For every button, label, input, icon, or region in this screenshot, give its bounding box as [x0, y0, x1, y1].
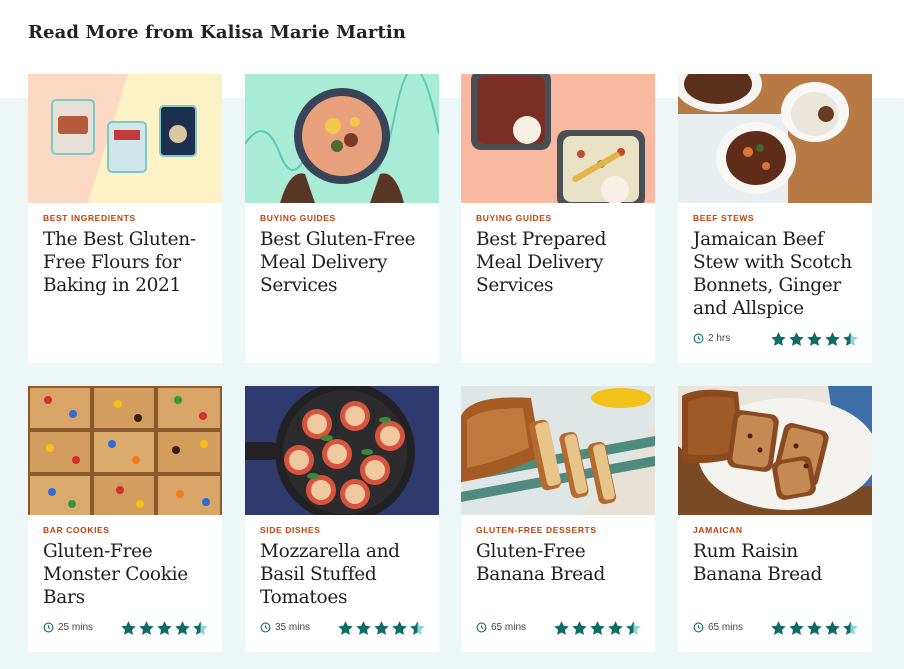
article-card[interactable]: Best Ingredients The Best Gluten-Free Fl…	[28, 74, 222, 363]
star-full-icon	[788, 331, 805, 348]
star-rating	[337, 620, 426, 637]
article-card[interactable]: Gluten-Free Desserts Gluten-Free Banana …	[461, 386, 655, 652]
prep-time-label: 2 hrs	[708, 333, 731, 344]
section-title: Read More from Kalisa Marie Martin	[28, 22, 406, 43]
star-full-icon	[770, 331, 787, 348]
star-full-icon	[770, 620, 787, 637]
clock-icon	[476, 622, 487, 633]
card-title: Best Prepared Meal Delivery Services	[476, 229, 607, 296]
article-card[interactable]: Buying Guides Best Gluten-Free Meal Deli…	[245, 74, 439, 363]
card-tag: Best Ingredients	[43, 213, 136, 223]
star-full-icon	[337, 620, 354, 637]
star-rating	[553, 620, 642, 637]
card-title: The Best Gluten-Free Flours for Baking i…	[43, 229, 196, 296]
card-title: Mozzarella and Basil Stuffed Tomatoes	[260, 541, 400, 608]
star-full-icon	[571, 620, 588, 637]
card-meta: 2 hrs	[693, 331, 859, 349]
article-card[interactable]: Beef Stews Jamaican Beef Stew with Scotc…	[678, 74, 872, 363]
star-full-icon	[373, 620, 390, 637]
card-title: Gluten-Free Banana Bread	[476, 541, 606, 585]
card-title: Gluten-Free Monster Cookie Bars	[43, 541, 188, 608]
prep-time-label: 65 mins	[491, 622, 527, 633]
prep-time-label: 35 mins	[275, 622, 311, 633]
star-rating	[120, 620, 209, 637]
prep-time-label: 65 mins	[708, 622, 744, 633]
star-full-icon	[806, 620, 823, 637]
card-meta: 25 mins	[43, 620, 209, 638]
card-tag: Beef Stews	[693, 213, 755, 223]
star-full-icon	[553, 620, 570, 637]
star-full-icon	[174, 620, 191, 637]
star-full-icon	[138, 620, 155, 637]
star-rating	[770, 331, 859, 348]
clock-icon	[693, 333, 704, 344]
card-image	[678, 386, 872, 515]
star-full-icon	[806, 331, 823, 348]
star-half-icon	[842, 620, 859, 637]
article-card[interactable]: Bar Cookies Gluten-Free Monster Cookie B…	[28, 386, 222, 652]
prep-time: 65 mins	[693, 622, 743, 633]
star-full-icon	[824, 620, 841, 637]
card-title: Jamaican Beef Stew with Scotch Bonnets, …	[693, 229, 852, 319]
clock-icon	[43, 622, 54, 633]
card-image	[28, 386, 222, 515]
star-full-icon	[391, 620, 408, 637]
star-full-icon	[589, 620, 606, 637]
star-full-icon	[824, 331, 841, 348]
card-image	[461, 74, 655, 203]
article-card[interactable]: Side Dishes Mozzarella and Basil Stuffed…	[245, 386, 439, 652]
article-card[interactable]: Buying Guides Best Prepared Meal Deliver…	[461, 74, 655, 363]
card-tag: Side Dishes	[260, 525, 321, 535]
star-rating	[770, 620, 859, 637]
card-image	[461, 386, 655, 515]
card-image	[28, 74, 222, 203]
card-tag: Jamaican	[693, 525, 743, 535]
card-meta: 35 mins	[260, 620, 426, 638]
clock-icon	[693, 622, 704, 633]
star-full-icon	[607, 620, 624, 637]
card-tag: Buying Guides	[260, 213, 336, 223]
card-meta: 65 mins	[693, 620, 859, 638]
article-card[interactable]: Jamaican Rum Raisin Banana Bread 65 mins	[678, 386, 872, 652]
star-half-icon	[842, 331, 859, 348]
star-full-icon	[156, 620, 173, 637]
card-tag: Buying Guides	[476, 213, 552, 223]
card-title: Rum Raisin Banana Bread	[693, 541, 823, 585]
star-full-icon	[120, 620, 137, 637]
prep-time: 35 mins	[260, 622, 310, 633]
prep-time: 25 mins	[43, 622, 93, 633]
card-meta: 65 mins	[476, 620, 642, 638]
star-half-icon	[192, 620, 209, 637]
card-title: Best Gluten-Free Meal Delivery Services	[260, 229, 416, 296]
prep-time-label: 25 mins	[58, 622, 94, 633]
prep-time: 65 mins	[476, 622, 526, 633]
star-half-icon	[625, 620, 642, 637]
star-full-icon	[355, 620, 372, 637]
star-half-icon	[409, 620, 426, 637]
card-image	[245, 74, 439, 203]
card-tag: Gluten-Free Desserts	[476, 525, 597, 535]
card-image	[678, 74, 872, 203]
clock-icon	[260, 622, 271, 633]
prep-time: 2 hrs	[693, 333, 730, 344]
card-tag: Bar Cookies	[43, 525, 110, 535]
star-full-icon	[788, 620, 805, 637]
card-image	[245, 386, 439, 515]
